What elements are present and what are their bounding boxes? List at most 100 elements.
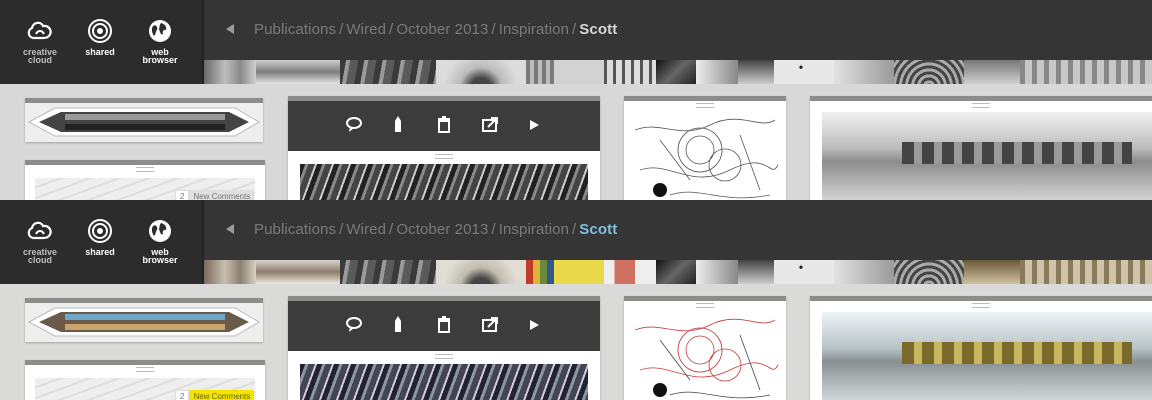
filmstrip-thumbnail[interactable] [656,60,696,84]
page-thumbnail [300,164,588,200]
sketch-thumbnail [634,318,779,399]
filmstrip-thumbnail[interactable] [604,60,656,84]
filmstrip-thumbnail[interactable] [696,260,738,284]
filmstrip-thumbnail[interactable] [340,60,436,84]
shared-button[interactable]: shared [72,218,128,257]
filmstrip-thumbnail[interactable] [774,60,834,84]
filmstrip-thumbnail[interactable] [964,260,1020,284]
drag-handle[interactable] [435,354,453,359]
page-card[interactable]: 2 New Comments [25,160,265,200]
shared-button[interactable]: shared [72,18,128,57]
comment-icon[interactable] [344,315,364,335]
page-card[interactable] [810,296,1152,400]
web-browser-button[interactable]: web browser [132,18,188,65]
creative-cloud-button[interactable]: creative cloud [12,18,68,65]
filmstrip-thumbnail[interactable] [340,260,436,284]
breadcrumb-item[interactable]: Inspiration [499,221,569,238]
filmstrip-thumbnail[interactable] [204,260,256,284]
filmstrip-thumbnail[interactable] [1020,260,1152,284]
breadcrumb-item[interactable]: October 2013 [396,21,488,38]
breadcrumb-item[interactable]: Wired [346,21,386,38]
drag-handle[interactable] [136,167,154,172]
page-card[interactable]: 2 New Comments [25,360,265,400]
breadcrumb-item[interactable]: Publications [254,21,336,38]
breadcrumb-item[interactable]: Wired [346,221,386,238]
filmstrip-thumbnail[interactable] [526,260,554,284]
filmstrip-thumbnail[interactable] [738,260,774,284]
filmstrip-thumbnail[interactable] [738,60,774,84]
filmstrip[interactable] [204,60,1152,84]
navigation-bar: Publications / Wired / October 2013/Inspirat… [204,200,1152,260]
drag-handle[interactable] [136,367,154,372]
filmstrip-thumbnail[interactable] [554,60,604,84]
creative-cloud-button[interactable]: creative cloud [12,218,68,265]
breadcrumb: Publications / Wired / October 2013/Inspirat… [254,221,617,238]
selected-page-card[interactable] [288,96,600,200]
filmstrip-thumbnail[interactable] [894,60,964,84]
page-card[interactable] [624,296,786,400]
filmstrip-thumbnail[interactable] [526,60,554,84]
comment-label: New Comments [189,390,255,400]
filmstrip-thumbnail[interactable] [774,260,834,284]
machinery-detail [902,142,1132,164]
filmstrip-thumbnail[interactable] [696,60,738,84]
web-browser-label: web browser [142,247,178,265]
filmstrip-thumbnail[interactable] [256,60,340,84]
back-arrow-icon[interactable] [226,24,234,34]
new-comments-badge[interactable]: 2 New Comments [175,190,255,200]
drag-handle[interactable] [972,103,990,108]
page-card[interactable] [810,96,1152,200]
comment-count: 2 [175,190,190,200]
breadcrumb-separator: / [389,21,394,38]
back-arrow-icon[interactable] [226,224,234,234]
filmstrip-thumbnail[interactable] [964,60,1020,84]
filmstrip-thumbnail[interactable] [204,60,256,84]
filmstrip[interactable] [204,260,1152,284]
share-icon[interactable] [480,315,500,335]
drag-handle[interactable] [696,103,714,108]
page-stack-card[interactable] [25,98,263,142]
card-top-bar [810,96,1152,101]
page-card[interactable] [624,96,786,200]
creative-cloud-label: creative cloud [22,47,58,65]
filmstrip-thumbnail[interactable] [436,60,526,84]
filmstrip-thumbnail[interactable] [436,260,526,284]
comment-icon[interactable] [344,115,364,135]
web-browser-button[interactable]: web browser [132,218,188,265]
drag-handle[interactable] [435,154,453,159]
filmstrip-thumbnail[interactable] [834,60,894,84]
card-top-bar [25,360,265,365]
shared-target-icon [88,19,112,43]
filmstrip-thumbnail[interactable] [656,260,696,284]
new-comments-badge[interactable]: 2 New Comments [175,390,255,400]
play-icon[interactable] [524,315,544,335]
page-grid: 2 New Comments [0,284,1152,400]
page-stack-card[interactable] [25,298,263,342]
play-icon[interactable] [524,115,544,135]
page-toolbar [288,101,600,151]
app-bar: creative cloud shared web browser [0,0,204,84]
selected-page-card[interactable] [288,296,600,400]
drag-handle[interactable] [696,303,714,308]
share-icon[interactable] [480,115,500,135]
screen-grayscale: creative cloud shared web browser Public… [0,0,1152,200]
filmstrip-thumbnail[interactable] [1020,60,1152,84]
pen-icon[interactable] [388,315,408,335]
trash-icon[interactable] [434,315,454,335]
breadcrumb-item[interactable]: Inspiration [499,21,569,38]
breadcrumb-item[interactable]: Publications [254,221,336,238]
pen-icon[interactable] [388,115,408,135]
filmstrip-thumbnail[interactable] [554,260,604,284]
filmstrip-thumbnail[interactable] [256,260,340,284]
breadcrumb: Publications / Wired / October 2013/Inspirat… [254,21,617,38]
navigation-bar: Publications / Wired / October 2013/Inspirat… [204,0,1152,60]
filmstrip-thumbnail[interactable] [834,260,894,284]
filmstrip-thumbnail[interactable] [604,260,656,284]
page-thumbnail [300,364,588,400]
comment-count: 2 [175,390,190,400]
breadcrumb-item[interactable]: October 2013 [396,221,488,238]
trash-icon[interactable] [434,115,454,135]
drag-handle[interactable] [972,303,990,308]
filmstrip-thumbnail[interactable] [894,260,964,284]
page-toolbar [288,301,600,351]
